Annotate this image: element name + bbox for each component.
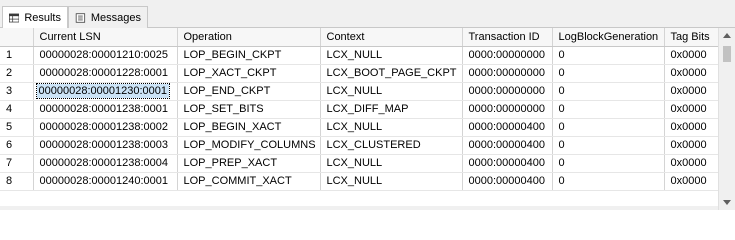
cell-row-number[interactable]: 6 (0, 136, 34, 155)
cell-tag-bits[interactable]: 0x0000 (664, 136, 723, 155)
cell-logblockgeneration[interactable]: 0 (552, 100, 665, 119)
cell-transaction-id[interactable]: 0000:00000000 (462, 82, 553, 101)
column-header-operation[interactable]: Operation (177, 28, 321, 47)
results-grid[interactable]: Current LSN Operation Context Transactio… (0, 28, 735, 210)
scroll-down-icon[interactable] (723, 200, 731, 205)
column-header-tag-bits[interactable]: Tag Bits (664, 28, 723, 47)
cell-context[interactable]: LCX_NULL (320, 172, 463, 191)
cell-logblockgeneration[interactable]: 0 (552, 136, 665, 155)
cell-logblockgeneration[interactable]: 0 (552, 172, 665, 191)
tab-messages-label: Messages (90, 11, 141, 24)
row-number-header[interactable] (0, 28, 34, 47)
header-row: Current LSN Operation Context Transactio… (0, 28, 723, 47)
horizontal-scrollbar[interactable] (0, 206, 718, 210)
cell-current-lsn[interactable]: 00000028:00001238:0004 (33, 154, 178, 173)
cell-row-number[interactable]: 3 (0, 82, 34, 101)
cell-transaction-id[interactable]: 0000:00000000 (462, 100, 553, 119)
scroll-up-icon[interactable] (723, 33, 731, 38)
cell-context[interactable]: LCX_NULL (320, 154, 463, 173)
results-table: Current LSN Operation Context Transactio… (0, 28, 723, 191)
cell-operation[interactable]: LOP_COMMIT_XACT (177, 172, 321, 191)
table-row[interactable]: 8 00000028:00001240:0001 LOP_COMMIT_XACT LC… (0, 172, 723, 191)
cell-transaction-id[interactable]: 0000:00000000 (462, 46, 553, 65)
cell-tag-bits[interactable]: 0x0000 (664, 46, 723, 65)
cell-row-number[interactable]: 1 (0, 46, 34, 65)
column-header-logblockgeneration[interactable]: LogBlockGeneration (552, 28, 665, 47)
cell-tag-bits[interactable]: 0x0000 (664, 154, 723, 173)
column-header-transaction-id[interactable]: Transaction ID (462, 28, 553, 47)
cell-row-number[interactable]: 2 (0, 64, 34, 83)
cell-current-lsn[interactable]: 00000028:00001238:0001 (33, 100, 178, 119)
cell-tag-bits[interactable]: 0x0000 (664, 82, 723, 101)
cell-transaction-id[interactable]: 0000:00000400 (462, 118, 553, 137)
cell-logblockgeneration[interactable]: 0 (552, 46, 665, 65)
table-row[interactable]: 3 00000028:00001230:0001 LOP_END_CKPT LCX_N… (0, 82, 723, 101)
table-row[interactable]: 5 00000028:00001238:0002 LOP_BEGIN_XACT LCX… (0, 118, 723, 137)
cell-row-number[interactable]: 8 (0, 172, 34, 191)
cell-context[interactable]: LCX_NULL (320, 82, 463, 101)
cell-tag-bits[interactable]: 0x0000 (664, 64, 723, 83)
cell-current-lsn[interactable]: 00000028:00001230:0001 (33, 82, 178, 101)
cell-operation[interactable]: LOP_END_CKPT (177, 82, 321, 101)
cell-context[interactable]: LCX_NULL (320, 46, 463, 65)
cell-tag-bits[interactable]: 0x0000 (664, 172, 723, 191)
cell-current-lsn[interactable]: 00000028:00001210:0025 (33, 46, 178, 65)
messages-icon (75, 12, 86, 23)
table-row[interactable]: 7 00000028:00001238:0004 LOP_PREP_XACT LCX_… (0, 154, 723, 173)
scroll-thumb[interactable] (723, 46, 731, 62)
table-row[interactable]: 1 00000028:00001210:0025 LOP_BEGIN_CKPT LCX… (0, 46, 723, 65)
vertical-scrollbar[interactable] (718, 28, 735, 210)
column-header-context[interactable]: Context (320, 28, 463, 47)
tab-results-label: Results (24, 12, 61, 24)
grid-icon (9, 13, 20, 23)
cell-logblockgeneration[interactable]: 0 (552, 82, 665, 101)
cell-context[interactable]: LCX_CLUSTERED (320, 136, 463, 155)
tab-messages[interactable]: Messages (68, 6, 148, 28)
cell-row-number[interactable]: 5 (0, 118, 34, 137)
cell-operation[interactable]: LOP_MODIFY_COLUMNS (177, 136, 321, 155)
cell-transaction-id[interactable]: 0000:00000400 (462, 154, 553, 173)
column-header-current-lsn[interactable]: Current LSN (33, 28, 178, 47)
cell-context[interactable]: LCX_DIFF_MAP (320, 100, 463, 119)
cell-current-lsn[interactable]: 00000028:00001240:0001 (33, 172, 178, 191)
cell-operation[interactable]: LOP_BEGIN_XACT (177, 118, 321, 137)
cell-tag-bits[interactable]: 0x0000 (664, 100, 723, 119)
cell-current-lsn[interactable]: 00000028:00001228:0001 (33, 64, 178, 83)
cell-current-lsn[interactable]: 00000028:00001238:0003 (33, 136, 178, 155)
results-tab-bar: Results Messages (0, 0, 735, 29)
cell-row-number[interactable]: 7 (0, 154, 34, 173)
cell-transaction-id[interactable]: 0000:00000000 (462, 64, 553, 83)
cell-context[interactable]: LCX_NULL (320, 118, 463, 137)
selected-cell-value: 00000028:00001230:0001 (35, 83, 170, 99)
table-row[interactable]: 2 00000028:00001228:0001 LOP_XACT_CKPT LCX_… (0, 64, 723, 83)
tab-results[interactable]: Results (2, 6, 68, 29)
cell-transaction-id[interactable]: 0000:00000400 (462, 172, 553, 191)
cell-transaction-id[interactable]: 0000:00000400 (462, 136, 553, 155)
table-row[interactable]: 4 00000028:00001238:0001 LOP_SET_BITS LCX_D… (0, 100, 723, 119)
cell-row-number[interactable]: 4 (0, 100, 34, 119)
cell-operation[interactable]: LOP_BEGIN_CKPT (177, 46, 321, 65)
cell-logblockgeneration[interactable]: 0 (552, 118, 665, 137)
cell-logblockgeneration[interactable]: 0 (552, 154, 665, 173)
cell-operation[interactable]: LOP_PREP_XACT (177, 154, 321, 173)
cell-operation[interactable]: LOP_XACT_CKPT (177, 64, 321, 83)
table-row[interactable]: 6 00000028:00001238:0003 LOP_MODIFY_COLUMN… (0, 136, 723, 155)
cell-current-lsn[interactable]: 00000028:00001238:0002 (33, 118, 178, 137)
cell-context[interactable]: LCX_BOOT_PAGE_CKPT (320, 64, 463, 83)
cell-tag-bits[interactable]: 0x0000 (664, 118, 723, 137)
cell-operation[interactable]: LOP_SET_BITS (177, 100, 321, 119)
cell-logblockgeneration[interactable]: 0 (552, 64, 665, 83)
